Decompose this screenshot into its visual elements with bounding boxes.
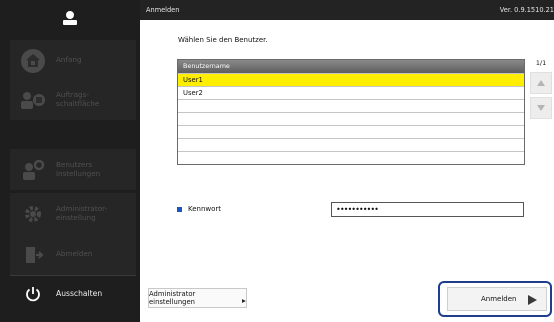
power-off-label: Ausschalten — [56, 289, 103, 298]
page-up-button[interactable] — [530, 72, 552, 94]
table-row[interactable] — [178, 138, 524, 151]
table-row[interactable] — [178, 151, 524, 164]
sidebar-item-job-button: Auftrags- schaltfläche — [10, 79, 136, 120]
version-label: Ver. 0.9.1510.21 — [499, 6, 554, 14]
sidebar-item-home: Anfang — [10, 40, 136, 81]
main-panel: Wählen Sie den Benutzer. Benutzername Us… — [143, 20, 554, 322]
sidebar-item-label: Auftrags- schaltfläche — [56, 90, 100, 108]
power-off-button[interactable]: Ausschalten — [10, 275, 136, 311]
admin-settings-button-label: Administrator einstellungen — [149, 290, 196, 306]
triangle-down-icon — [537, 105, 545, 111]
admin-gear-icon — [20, 201, 46, 227]
sidebar-item-admin-settings: Administrator- einstellung — [10, 193, 136, 234]
table-row[interactable]: User1 — [178, 73, 524, 86]
table-row[interactable] — [178, 112, 524, 125]
power-icon — [22, 283, 44, 305]
user-table: Benutzername User1 User2 — [177, 59, 525, 165]
play-arrow-icon — [528, 295, 537, 305]
table-row[interactable] — [178, 125, 524, 138]
table-row[interactable]: User2 — [178, 86, 524, 99]
select-user-prompt: Wählen Sie den Benutzer. — [178, 36, 268, 44]
logout-door-icon — [20, 242, 46, 268]
job-button-icon — [20, 87, 46, 113]
password-label-text: Kennwort — [188, 205, 222, 213]
sidebar-item-label: Administrator- einstellung — [56, 204, 108, 222]
login-button[interactable]: Anmelden — [447, 287, 547, 311]
user-avatar-icon — [0, 0, 140, 36]
admin-settings-button[interactable]: Administrator einstellungen — [148, 288, 247, 308]
page-down-button[interactable] — [530, 97, 552, 119]
password-marker-icon — [177, 206, 182, 212]
user-settings-icon — [20, 157, 46, 183]
page-indicator: 1/1 — [535, 59, 547, 67]
corner-arrow-icon — [242, 298, 246, 303]
title-bar: Anmelden Ver. 0.9.1510.21 — [140, 0, 554, 20]
sidebar-item-user-settings: Benutzers instellungen — [10, 149, 136, 190]
pager: 1/1 — [528, 57, 554, 119]
sidebar: Anfang Auftrags- schaltfläche Benutzers … — [0, 0, 140, 322]
password-label: Kennwort — [177, 205, 221, 213]
sidebar-item-label: Abmelden — [56, 249, 93, 259]
sidebar-item-label: Benutzers instellungen — [56, 160, 101, 178]
page-title: Anmelden — [146, 6, 180, 14]
password-field[interactable]: ••••••••••• — [331, 202, 524, 217]
sidebar-item-logout: Abmelden — [10, 234, 136, 275]
table-row[interactable] — [178, 99, 524, 112]
sidebar-item-label: Anfang — [56, 55, 82, 65]
triangle-up-icon — [537, 80, 545, 86]
login-button-label: Anmelden — [481, 295, 517, 303]
home-icon — [20, 48, 46, 74]
user-table-header: Benutzername — [178, 60, 524, 73]
